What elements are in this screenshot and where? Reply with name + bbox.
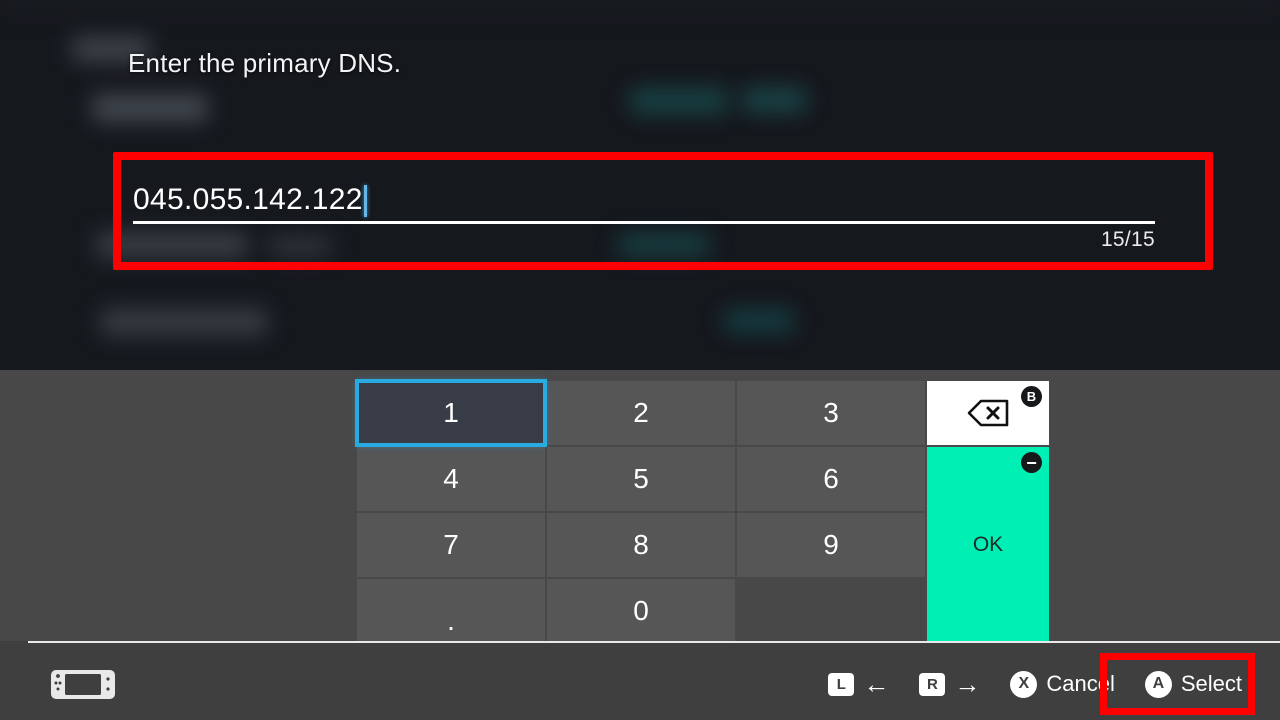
key-label: . [447, 605, 455, 636]
key-label: 6 [823, 463, 839, 494]
hint-select-label: Select [1180, 671, 1242, 696]
text-caret [363, 185, 367, 217]
hint-next[interactable]: R → [919, 671, 980, 697]
key-label: 1 [443, 397, 459, 428]
button-badge-minus: − [1021, 452, 1042, 473]
key-0[interactable]: 0 [547, 579, 735, 643]
key-label: 2 [633, 397, 649, 428]
key-label: 8 [633, 529, 649, 560]
ok-key-label: OK [972, 533, 1004, 556]
character-counter: 15/15 [1100, 228, 1155, 251]
key-label: 5 [633, 463, 649, 494]
key-label: 7 [443, 529, 459, 560]
hint-cancel[interactable]: X Cancel [1010, 670, 1115, 698]
key-5[interactable]: 5 [547, 447, 735, 511]
dns-input-line: 045.055.142.122 [133, 172, 1155, 224]
key-1[interactable]: 1 [355, 379, 547, 447]
key-9[interactable]: 9 [737, 513, 925, 577]
nintendo-switch-console-icon [51, 670, 115, 699]
key-7[interactable]: 7 [357, 513, 545, 577]
key-period[interactable]: . [357, 579, 545, 643]
backspace-key[interactable]: B [927, 381, 1049, 445]
key-8[interactable]: 8 [547, 513, 735, 577]
button-l-icon: L [828, 672, 855, 696]
dns-input-field[interactable]: 045.055.142.122 15/15 [133, 172, 1155, 251]
key-2[interactable]: 2 [547, 381, 735, 445]
key-4[interactable]: 4 [357, 447, 545, 511]
key-3[interactable]: 3 [737, 381, 925, 445]
divider [28, 641, 1280, 643]
key-label: 9 [823, 529, 839, 560]
hint-prev[interactable]: L ← [828, 671, 889, 697]
key-6[interactable]: 6 [737, 447, 925, 511]
key-label: 0 [633, 595, 649, 626]
hint-cancel-label: Cancel [1046, 671, 1115, 696]
arrow-right-icon: → [954, 669, 981, 699]
hint-select[interactable]: A Select [1144, 670, 1242, 698]
nintendo-switch-dns-entry-screen: Enter the primary DNS. 045.055.142.122 1… [0, 0, 1280, 720]
key-label: 3 [823, 397, 839, 428]
button-a-icon: A [1144, 670, 1172, 698]
arrow-left-icon: ← [863, 669, 890, 699]
ok-key[interactable]: OK − [927, 447, 1049, 643]
button-hints: L ← R → X Cancel A Select [828, 660, 1280, 708]
button-badge-b: B [1021, 386, 1042, 407]
key-label: 4 [443, 463, 459, 494]
backspace-icon [967, 399, 1009, 427]
button-x-icon: X [1010, 670, 1038, 698]
page-title: Enter the primary DNS. [128, 48, 402, 78]
key-blank [737, 579, 925, 643]
numeric-keypad: 1 2 3 B 4 5 6 OK − 7 8 9 . 0 [355, 379, 1049, 643]
dns-input-value: 045.055.142.122 [133, 183, 363, 216]
button-r-icon: R [919, 672, 946, 696]
